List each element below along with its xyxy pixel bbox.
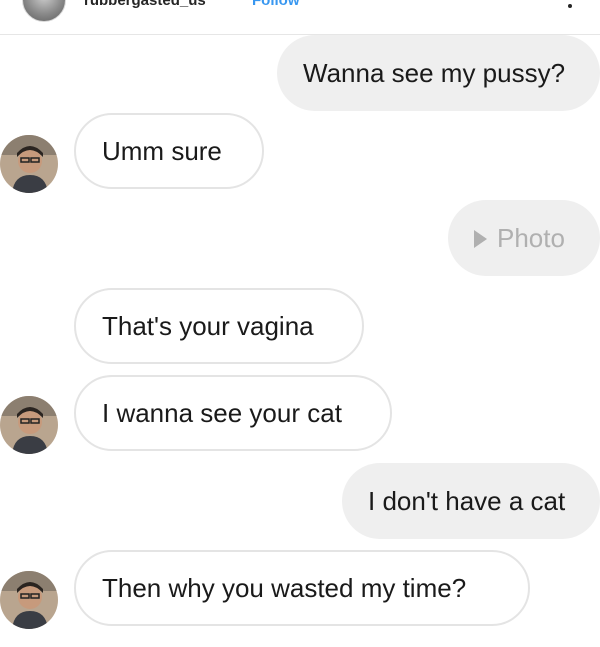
message-bubble-received[interactable]: That's your vagina [74,288,364,364]
profile-avatar-icon [0,571,58,629]
photo-label: Photo [497,223,565,253]
message-bubble-sent[interactable]: Wanna see my pussy? [277,35,600,111]
message-text: I wanna see your cat [102,398,342,428]
avatar[interactable] [0,135,58,193]
message-text: That's your vagina [102,311,314,341]
message-text: Umm sure [102,136,222,166]
message-bubble-received[interactable]: Umm sure [74,113,264,189]
profile-avatar-icon [0,135,58,193]
message-bubble-sent[interactable]: I don't have a cat [342,463,600,539]
chat-header: rubbergasted_us Follow [0,0,600,35]
more-options-icon[interactable] [568,4,572,8]
profile-avatar-icon [0,396,58,454]
avatar[interactable] [0,396,58,454]
header-avatar[interactable] [22,0,66,22]
header-username[interactable]: rubbergasted_us [84,0,206,9]
message-text: I don't have a cat [368,486,566,516]
play-icon [474,230,487,248]
message-bubble-received[interactable]: Then why you wasted my time? [74,550,530,626]
avatar[interactable] [0,571,58,629]
photo-message[interactable]: Photo [448,200,600,276]
follow-button[interactable]: Follow [252,0,300,9]
message-bubble-received[interactable]: I wanna see your cat [74,375,392,451]
message-text: Then why you wasted my time? [102,573,467,603]
message-text: Wanna see my pussy? [303,58,566,88]
